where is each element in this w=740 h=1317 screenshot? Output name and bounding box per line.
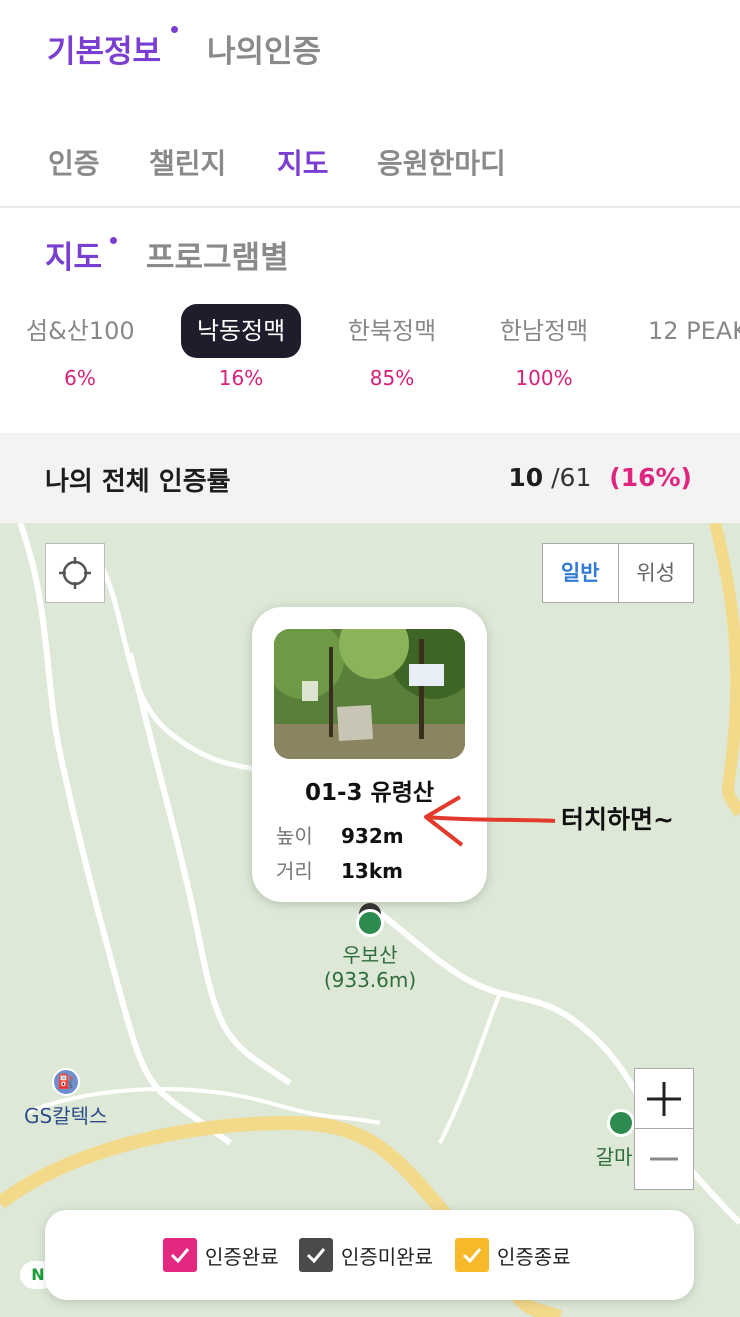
check-icon (455, 1238, 489, 1272)
course-percent: 100% (515, 366, 573, 390)
map-legend: 인증완료 인증미완료 인증종료 (45, 1210, 694, 1300)
legend-completed: 인증완료 (163, 1238, 279, 1272)
course-name: 섬&산100 (26, 317, 135, 345)
top-tab-bar: 기본정보 나의인증 (0, 0, 740, 100)
my-location-button[interactable] (45, 543, 105, 603)
course-item[interactable]: 한남정맥 100% (474, 304, 614, 390)
plus-icon (647, 1081, 681, 1116)
tab-map[interactable]: 지도 (277, 142, 329, 182)
poi-ubosan[interactable]: 우보산 (933.6m) (320, 939, 420, 992)
tab-by-program[interactable]: 프로그램별 (146, 232, 289, 277)
active-dot (110, 237, 117, 244)
annotation-text: 터치하면~ (561, 805, 674, 834)
course-item[interactable]: 한북정맥 85% (322, 304, 462, 390)
poi-ubosan-height: (933.6m) (323, 968, 417, 992)
active-dot (171, 26, 178, 33)
check-icon (299, 1238, 333, 1272)
height-value: 932m (341, 824, 404, 848)
legend-label: 인증종료 (497, 1244, 571, 1269)
distance-row: 거리 13km (276, 855, 403, 884)
tab-map-view[interactable]: 지도 (45, 232, 102, 277)
tab-cheer[interactable]: 응원한마디 (377, 142, 506, 182)
course-item[interactable]: 섬&산100 6% (10, 304, 150, 390)
mountain-photo (274, 629, 465, 759)
course-percent: 85% (369, 366, 415, 390)
zoom-in-button[interactable] (635, 1069, 693, 1129)
minus-icon (650, 1157, 678, 1161)
poi-galma[interactable]: 갈마 (594, 1141, 634, 1170)
tab-my-certification[interactable]: 나의인증 (207, 26, 321, 71)
summary-total: /61 (551, 463, 592, 492)
course-item-selected[interactable]: 낙동정맥 16% (171, 304, 311, 390)
legend-incomplete: 인증미완료 (299, 1238, 433, 1272)
course-name: 12 PEAKS (648, 317, 740, 345)
zoom-out-button[interactable] (635, 1129, 693, 1189)
summary-percent: (16%) (609, 463, 692, 492)
course-name: 한남정맥 (499, 317, 589, 345)
summary-count: 10 /61 (16%) (508, 463, 692, 492)
course-percent: 16% (218, 366, 264, 390)
zoom-control (634, 1068, 694, 1190)
mountain-pin-icon (607, 1109, 635, 1137)
course-name: 낙동정맥 (180, 304, 302, 358)
distance-label: 거리 (276, 859, 313, 883)
map-view-tabs: 지도 프로그램별 (0, 220, 740, 290)
map-type-satellite[interactable]: 위성 (619, 544, 694, 602)
map-type-normal[interactable]: 일반 (543, 544, 619, 602)
summary-done: 10 (508, 463, 544, 492)
course-percent: 6% (64, 366, 96, 390)
height-label: 높이 (276, 824, 313, 848)
poi-gs[interactable]: GS칼텍스 (24, 1100, 107, 1129)
height-row: 높이 932m (276, 820, 404, 849)
gas-station-icon: ⛽ (52, 1068, 80, 1096)
course-selector: 섬&산100 6% 낙동정맥 16% 한북정맥 85% 한남정맥 100% 12… (0, 300, 740, 400)
summary-label: 나의 전체 인증률 (45, 467, 231, 497)
mountain-pin-icon (356, 909, 384, 937)
legend-label: 인증미완료 (341, 1244, 433, 1269)
map-canvas[interactable]: 일반 위성 01-3 유령산 높이 932m 거리 13km 터치하면~ 우보산… (0, 523, 740, 1317)
legend-label: 인증완료 (205, 1244, 279, 1269)
course-item[interactable]: 12 PEAKS (632, 304, 740, 358)
certification-summary: 나의 전체 인증률 10 /61 (16%) (0, 433, 740, 523)
crosshair-icon (59, 557, 91, 589)
check-icon (163, 1238, 197, 1272)
course-name: 한북정맥 (347, 317, 437, 345)
map-type-toggle: 일반 위성 (542, 543, 694, 603)
mountain-popup[interactable]: 01-3 유령산 높이 932m 거리 13km (252, 607, 487, 902)
tab-certification[interactable]: 인증 (48, 142, 100, 182)
tab-challenge[interactable]: 챌린지 (149, 142, 226, 182)
poi-ubosan-name: 우보산 (342, 943, 398, 967)
tab-basic-info[interactable]: 기본정보 (47, 26, 161, 71)
legend-ended: 인증종료 (455, 1238, 571, 1272)
sub-tab-bar: 인증 챌린지 지도 응원한마디 (0, 130, 740, 208)
annotation-arrow-icon (424, 795, 556, 847)
distance-value: 13km (341, 859, 403, 883)
